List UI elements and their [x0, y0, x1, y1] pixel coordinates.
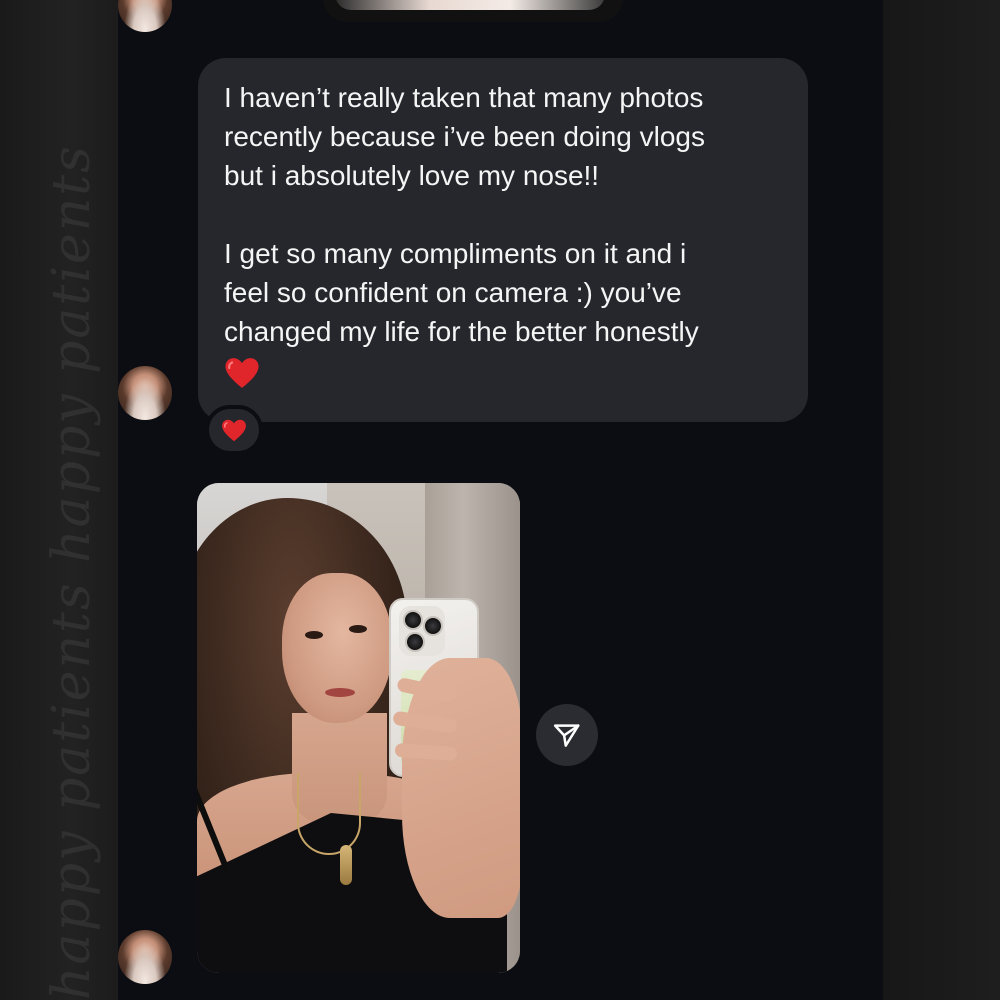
message-paragraph-2: I get so many compliments on it and i fe…	[224, 238, 699, 347]
heart-icon	[224, 357, 260, 389]
paper-plane-icon	[552, 720, 582, 750]
previous-media-preview	[335, 0, 605, 10]
message-emoji-line	[224, 351, 782, 391]
message-reaction[interactable]	[205, 405, 263, 455]
heart-icon	[221, 419, 247, 442]
share-button[interactable]	[536, 704, 598, 766]
watermark-text: happy patients happy patients	[42, 144, 102, 1000]
photo-lips	[325, 688, 355, 697]
sender-avatar[interactable]	[118, 930, 172, 984]
right-background-panel	[883, 0, 1000, 1000]
sender-avatar[interactable]	[118, 366, 172, 420]
photo-eye	[349, 625, 367, 633]
previous-media-message[interactable]	[323, 0, 623, 22]
screenshot-stage: happy patients happy patients I haven’t …	[0, 0, 1000, 1000]
message-bubble[interactable]: I haven’t really taken that many photos …	[198, 58, 808, 422]
sender-avatar[interactable]	[118, 0, 172, 32]
photo-pendant	[340, 845, 352, 885]
message-thread[interactable]: I haven’t really taken that many photos …	[118, 0, 883, 1000]
photo-message[interactable]	[197, 483, 520, 973]
photo-lens	[403, 610, 423, 630]
photo-face	[282, 573, 392, 723]
photo-lens	[423, 616, 443, 636]
photo-necklace	[297, 773, 361, 855]
photo-camera-block	[399, 606, 445, 656]
photo-lens	[405, 632, 425, 652]
photo-hand	[402, 658, 520, 918]
photo-eye	[305, 631, 323, 639]
message-paragraph-1: I haven’t really taken that many photos …	[224, 82, 705, 191]
